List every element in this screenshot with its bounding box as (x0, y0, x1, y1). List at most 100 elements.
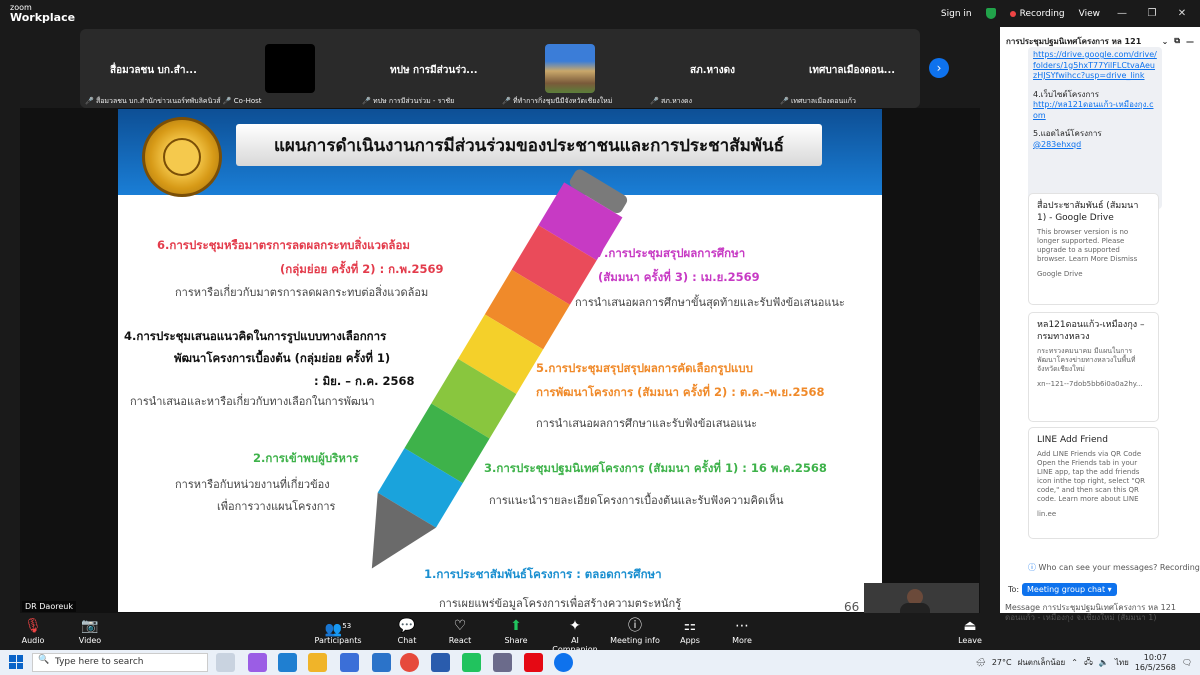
file-explorer-icon[interactable] (308, 653, 327, 672)
apps-icon: ⚏ (683, 618, 697, 634)
store-icon[interactable] (340, 653, 359, 672)
participant-tile[interactable]: 🎤 ที่ทำการกิ่งชุมนีมีจังหวัดเชียงใหม่ (500, 29, 650, 108)
step1-desc: การเผยแพร่ข้อมูลโครงการเพื่อสร้างความตระ… (439, 597, 682, 610)
website-link[interactable]: http://หล121ดอนแก้ว-เหมืองกุง.com (1033, 100, 1157, 121)
word-icon[interactable] (431, 653, 450, 672)
shield-icon[interactable] (985, 8, 996, 19)
sign-in-link[interactable]: Sign in (941, 9, 972, 19)
weather-icon[interactable]: 🌧 (976, 658, 986, 667)
close-icon[interactable]: — (1186, 37, 1194, 46)
next-page-button[interactable]: › (929, 58, 949, 78)
chevron-down-icon[interactable]: ⌄ (1162, 37, 1169, 46)
chat-button[interactable]: 💬 Chat (382, 616, 432, 645)
link-preview-card[interactable]: LINE Add Friend Add LINE Friends via QR … (1028, 427, 1159, 539)
time: 10:07 (1143, 652, 1167, 662)
step2-desc2: เพื่อการวางแผนโครงการ (217, 500, 336, 513)
step7-title: 7.การประชุมสรุปผลการศึกษา (596, 246, 746, 260)
task-view-icon[interactable] (216, 653, 235, 672)
mic-muted-icon: 🎤 (780, 97, 789, 105)
step4-title: 4.การประชุมเสนอแนวคิดในการรูปแบบทางเลือก… (124, 329, 387, 343)
clock[interactable]: 10:07 16/5/2568 (1135, 653, 1176, 673)
step2-desc1: การหารือกับหน่วยงานที่เกี่ยวข้อง (175, 478, 330, 491)
participant-label-text: ที่ทำการกิ่งชุมนีมีจังหวัดเชียงใหม่ (512, 97, 613, 105)
share-icon: ⬆ (510, 618, 522, 634)
audio-button[interactable]: 🎙 Audio (8, 616, 58, 645)
card-title: หล121ดอนแก้ว-เหมืองกุง – กรมทางหลวง (1037, 320, 1145, 342)
participant-tile[interactable]: ทปษ การมีส่วนร่ว... 🎤 ทปษ การมีส่วนร่วม … (360, 29, 510, 108)
step2-title: 2.การเข้าพบผู้บริหาร (253, 451, 359, 465)
record-dot-icon (1009, 10, 1016, 17)
popout-icon[interactable]: ⧉ (1174, 36, 1180, 46)
taskbar-search[interactable]: Type here to search (32, 653, 208, 672)
more-button[interactable]: ⋯ More (717, 616, 767, 645)
participants-icon: 👥53 (324, 621, 352, 638)
title-bar-actions: Sign in Recording View — ❐ ✕ (930, 0, 1200, 27)
participant-tile[interactable]: สภ.หางดง 🎤 สภ.หางดง (650, 29, 780, 108)
minimize-icon[interactable]: — (1114, 8, 1130, 19)
participant-name: เทศบาลเมืองดอน... (809, 65, 896, 76)
participant-label: 🎤 เทศบาลเมืองดอนแก้ว (780, 96, 856, 107)
participant-tile[interactable]: สื่อมวลชน บก.สำ... 🎤 สื่อมวลชน บก.สำนักข… (80, 29, 262, 108)
line-id-link[interactable]: @283ehxqd (1033, 140, 1157, 151)
participant-name: สภ.หางดง (690, 65, 735, 76)
view-button[interactable]: View (1079, 9, 1100, 19)
presentation-slide: แผนการดำเนินงานการมีส่วนร่วมของประชาชนแล… (118, 109, 882, 612)
netflix-icon[interactable] (524, 653, 543, 672)
participant-video-off[interactable] (265, 44, 315, 93)
privacy-notice-text: Who can see your messages? Recording on (1038, 563, 1200, 572)
leave-button[interactable]: ⏏ Leave (945, 616, 995, 645)
notification-icon[interactable]: 🗨 (1182, 658, 1192, 667)
participant-tile[interactable]: เทศบาลเมืองดอน... 🎤 เทศบาลเมืองดอนแก้ว (780, 29, 920, 108)
recording-indicator[interactable]: Recording (1009, 9, 1065, 19)
privacy-notice[interactable]: ⓘ Who can see your messages? Recording o… (1028, 562, 1200, 573)
link-preview-card[interactable]: สื่อประชาสัมพันธ์ (สัมมนา 1) - Google Dr… (1028, 193, 1159, 305)
edge-icon[interactable] (278, 653, 297, 672)
chevron-up-icon[interactable]: ⌃ (1071, 658, 1078, 667)
heart-icon: ♡ (453, 618, 467, 634)
message-input[interactable]: Message การประชุมปฐมนิเทศโครงการ หล 121 … (1005, 603, 1185, 623)
to-label: To: (1008, 585, 1020, 594)
mic-muted-icon: 🎤 (502, 97, 511, 105)
windows-start-icon[interactable] (9, 655, 23, 669)
step5-title: 5.การประชุมสรุปสรุปผลการคัดเลือกรูปแบบ (536, 361, 753, 375)
video-button[interactable]: 📷 Video (65, 616, 115, 645)
participants-label: Participants (314, 636, 362, 645)
step3-title: 3.การประชุมปฐมนิเทศโครงการ (สัมมนา ครั้ง… (484, 461, 827, 475)
react-button[interactable]: ♡ React (435, 616, 485, 645)
mic-muted-icon: 🎙 (24, 618, 42, 634)
recipient-dropdown[interactable]: Meeting group chat ▾ (1022, 583, 1117, 596)
mail-icon[interactable] (372, 653, 391, 672)
maximize-icon[interactable]: ❐ (1144, 8, 1160, 19)
zoom-logo: zoom Workplace (10, 3, 75, 23)
network-icon[interactable]: 🖧 (1084, 656, 1093, 670)
ai-companion-button[interactable]: ✦AI Companion (550, 616, 600, 654)
title-bar: zoom Workplace (0, 0, 1000, 27)
audio-label: Audio (21, 636, 45, 645)
slide-number: 66 (844, 600, 860, 612)
meeting-info-button[interactable]: ⓘ Meeting info (610, 616, 660, 645)
weather-text: ฝนตกเล็กน้อย (1017, 658, 1066, 667)
share-button[interactable]: ⬆ Share (491, 616, 541, 645)
line-icon[interactable] (462, 653, 481, 672)
drive-link[interactable]: https://drive.google.com/drive/folders/1… (1033, 50, 1157, 82)
share-label: Share (504, 636, 528, 645)
zoom-window: zoom Workplace Sign in Recording View — … (0, 0, 1200, 675)
card-footer: Google Drive (1037, 270, 1083, 278)
participant-strip: สื่อมวลชน บก.สำ... 🎤 สื่อมวลชน บก.สำนักข… (80, 29, 949, 108)
step5-subtitle: การพัฒนาโครงการ (สัมมนา ครั้งที่ 2) : ต.… (536, 385, 825, 399)
language-indicator[interactable]: ไทย (1115, 656, 1129, 669)
step7-desc: การนำเสนอผลการศึกษาขั้นสุดท้ายและรับฟังข… (575, 296, 845, 309)
copilot-icon[interactable] (248, 653, 267, 672)
self-view-video[interactable] (864, 583, 979, 613)
close-icon[interactable]: ✕ (1174, 8, 1190, 19)
participants-button[interactable]: 👥53 Participants (313, 616, 363, 645)
participant-label-text: สภ.หางดง (660, 97, 692, 105)
chrome-icon[interactable] (400, 653, 419, 672)
volume-icon[interactable]: 🔈 (1099, 658, 1109, 667)
step4-desc: การนำเสนอและหารือเกี่ยวกับทางเลือกในการพ… (130, 395, 375, 408)
zoom-taskbar-icon[interactable] (554, 653, 573, 672)
link-preview-card[interactable]: หล121ดอนแก้ว-เหมืองกุง – กรมทางหลวง กระท… (1028, 312, 1159, 422)
apps-button[interactable]: ⚏ Apps (665, 616, 715, 645)
step1-title: 1.การประชาสัมพันธ์โครงการ : ตลอดการศึกษา (424, 567, 662, 581)
app-icon[interactable] (493, 653, 512, 672)
